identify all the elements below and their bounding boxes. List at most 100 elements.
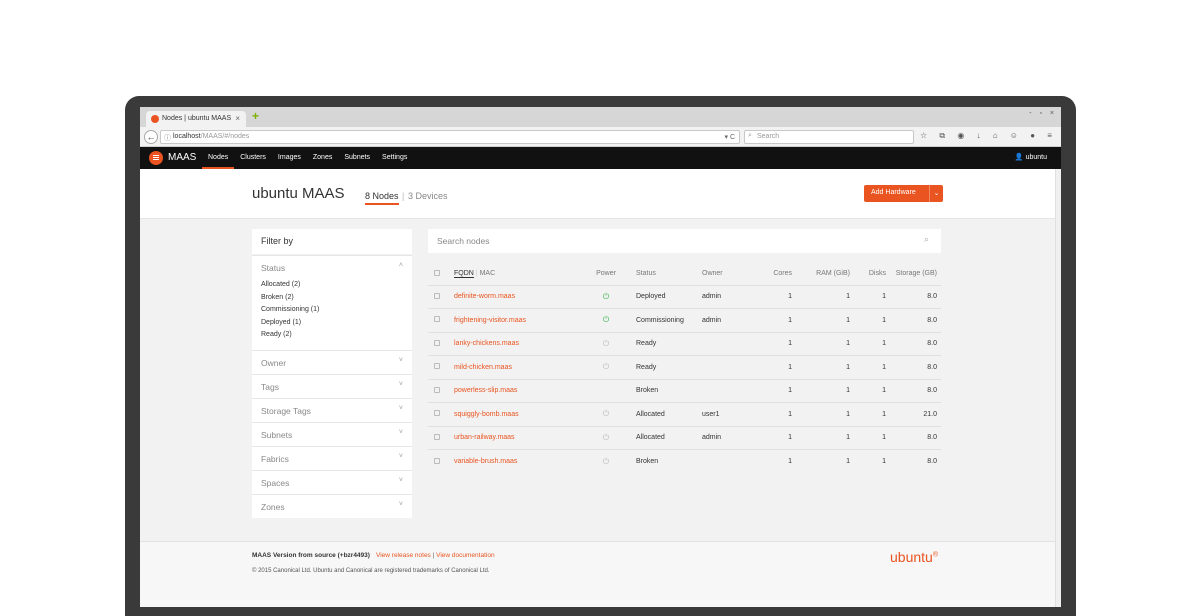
close-tab-icon[interactable]: × — [235, 114, 240, 123]
browser-tab[interactable]: Nodes | ubuntu MAAS × — [146, 111, 246, 127]
nav-zones[interactable]: Zones — [307, 147, 338, 169]
filter-section-subnets[interactable]: Subnets ˅ — [252, 421, 412, 446]
search-nodes-input[interactable]: Search nodes ⌕ — [428, 229, 941, 253]
node-fqdn-link[interactable]: definite-worm.maas — [454, 284, 584, 309]
reload-icon[interactable]: ▾ C — [724, 133, 735, 141]
add-hardware-label: Add Hardware — [871, 189, 916, 196]
power-off-icon[interactable]: ⏻ — [603, 433, 609, 442]
power-off-icon[interactable]: ⏻ — [603, 409, 609, 418]
power-off-icon[interactable]: ⏻ — [603, 339, 609, 348]
maas-logo-text[interactable]: MAAS — [168, 152, 196, 163]
table-row[interactable]: squiggly-bomb.maas ⏻ Allocated user1 1 1 1 21.0 — [428, 402, 941, 426]
row-checkbox[interactable] — [428, 308, 454, 332]
table-row[interactable]: mild-chicken.maas ⏻ Ready 1 1 1 8.0 — [428, 355, 941, 379]
chevron-down-icon[interactable]: ⌄ — [929, 185, 943, 202]
row-checkbox[interactable] — [428, 449, 454, 473]
filter-section-storage-tags[interactable]: Storage Tags ˅ — [252, 397, 412, 422]
page-scrollbar[interactable] — [1055, 169, 1061, 607]
node-fqdn-link[interactable]: lanky-chickens.maas — [454, 331, 584, 356]
status-filter-item[interactable]: Allocated (2) — [261, 279, 412, 292]
status-filter-item[interactable]: Commissioning (1) — [261, 304, 412, 317]
column-header-disks[interactable]: Disks — [854, 263, 890, 285]
filter-section-title: Subnets — [261, 429, 293, 440]
node-fqdn-link[interactable]: frightening-visitor.maas — [454, 308, 584, 332]
node-fqdn-link[interactable]: urban-railway.maas — [454, 425, 584, 450]
node-owner: admin — [702, 425, 752, 450]
nav-settings[interactable]: Settings — [376, 147, 413, 169]
toolbar-icons[interactable]: ☆ ⧉ ◉ ↓ ⌂ ☺ ● ≡ — [920, 131, 1057, 141]
url-bar[interactable]: ⓘ localhost/MAAS/#/nodes ▾ C — [160, 130, 740, 144]
row-checkbox[interactable] — [428, 355, 454, 379]
column-header-fqdn-mac[interactable]: FQDN | MAC — [454, 263, 584, 285]
filter-section-zones[interactable]: Zones ˅ — [252, 493, 412, 518]
row-checkbox[interactable] — [428, 378, 454, 403]
nav-nodes[interactable]: Nodes — [202, 147, 235, 169]
chevron-up-icon[interactable]: ˄ — [399, 262, 403, 269]
window-controls[interactable]: - ▫ × — [1029, 110, 1057, 117]
table-row[interactable]: variable-brush.maas ⏻ Broken 1 1 1 8.0 — [428, 449, 941, 473]
page-title: ubuntu MAAS — [252, 185, 345, 202]
column-header-power[interactable]: Power — [584, 263, 628, 285]
select-all-checkbox[interactable] — [428, 263, 454, 285]
filter-section-fabrics[interactable]: Fabrics ˅ — [252, 445, 412, 470]
node-owner — [702, 355, 752, 379]
browser-search-input[interactable]: ⌕ Search — [744, 130, 914, 144]
nav-clusters[interactable]: Clusters — [234, 147, 272, 169]
tab-devices[interactable]: 3 Devices — [408, 191, 448, 201]
table-row[interactable]: frightening-visitor.maas ⏻ Commissioning ad… — [428, 308, 941, 332]
node-power: ⏻ — [584, 284, 628, 309]
status-list: Allocated (2) Broken (2) Commissioning (… — [252, 279, 412, 350]
row-checkbox[interactable] — [428, 331, 454, 356]
row-checkbox[interactable] — [428, 284, 454, 309]
node-fqdn-link[interactable]: powerless-slip.maas — [454, 378, 584, 403]
documentation-link[interactable]: View documentation — [436, 552, 494, 559]
filter-section-spaces[interactable]: Spaces ˅ — [252, 469, 412, 494]
node-fqdn-link[interactable]: mild-chicken.maas — [454, 355, 584, 379]
node-storage: 8.0 — [890, 308, 941, 332]
table-row[interactable]: lanky-chickens.maas ⏻ Ready 1 1 1 8.0 — [428, 331, 941, 356]
filter-section-title[interactable]: Status — [252, 256, 412, 279]
table-row[interactable]: urban-railway.maas ⏻ Allocated admin 1 1 1 8.0 — [428, 425, 941, 450]
node-ram: 1 — [796, 425, 854, 450]
screen: Nodes | ubuntu MAAS × + - ▫ × ← ⓘ localh… — [140, 107, 1061, 607]
release-notes-link[interactable]: View release notes — [376, 552, 431, 559]
status-filter-item[interactable]: Broken (2) — [261, 292, 412, 305]
node-cores: 1 — [752, 402, 796, 426]
nav-images[interactable]: Images — [272, 147, 307, 169]
tab-nodes[interactable]: 8 Nodes — [365, 191, 399, 205]
power-on-icon[interactable]: ⏻ — [603, 292, 609, 301]
new-tab-icon[interactable]: + — [252, 110, 264, 122]
column-header-status[interactable]: Status — [628, 263, 702, 285]
row-checkbox[interactable] — [428, 425, 454, 450]
node-power: ⏻ — [584, 449, 628, 473]
nav-subnets[interactable]: Subnets — [338, 147, 376, 169]
info-icon: ⓘ — [164, 135, 171, 142]
ubuntu-wordmark: ubuntu — [890, 549, 933, 565]
column-header-ram[interactable]: RAM (GiB) — [796, 263, 854, 285]
row-checkbox[interactable] — [428, 402, 454, 426]
column-header-mac[interactable]: MAC — [480, 270, 496, 277]
power-off-icon[interactable]: ⏻ — [603, 457, 609, 466]
power-off-icon[interactable]: ⏻ — [603, 362, 609, 371]
node-power: ⏻ — [584, 402, 628, 426]
maas-logo-icon[interactable] — [149, 151, 163, 165]
column-header-owner[interactable]: Owner — [702, 263, 752, 285]
filter-section-owner[interactable]: Owner ˅ — [252, 349, 412, 374]
column-separator: | — [475, 270, 478, 278]
table-row[interactable]: powerless-slip.maas Broken 1 1 1 8.0 — [428, 378, 941, 403]
column-header-storage[interactable]: Storage (GB) — [890, 263, 941, 285]
table-row[interactable]: definite-worm.maas ⏻ Deployed admin 1 1 1 8.0 — [428, 284, 941, 309]
column-header-fqdn[interactable]: FQDN — [454, 270, 474, 279]
node-owner — [702, 449, 752, 473]
user-menu[interactable]: 👤 ubuntu — [1015, 153, 1047, 161]
node-fqdn-link[interactable]: squiggly-bomb.maas — [454, 402, 584, 426]
filter-section-tags[interactable]: Tags ˅ — [252, 373, 412, 398]
status-filter-item[interactable]: Ready (2) — [261, 329, 412, 342]
column-header-cores[interactable]: Cores — [752, 263, 796, 285]
power-on-icon[interactable]: ⏻ — [603, 315, 609, 324]
node-fqdn-link[interactable]: variable-brush.maas — [454, 449, 584, 473]
filter-section-status[interactable]: Status ˄ Allocated (2) Broken (2) Commis… — [252, 255, 412, 350]
back-arrow-icon[interactable]: ← — [144, 130, 158, 144]
status-filter-item[interactable]: Deployed (1) — [261, 317, 412, 330]
add-hardware-button[interactable]: Add Hardware ⌄ — [864, 185, 943, 202]
